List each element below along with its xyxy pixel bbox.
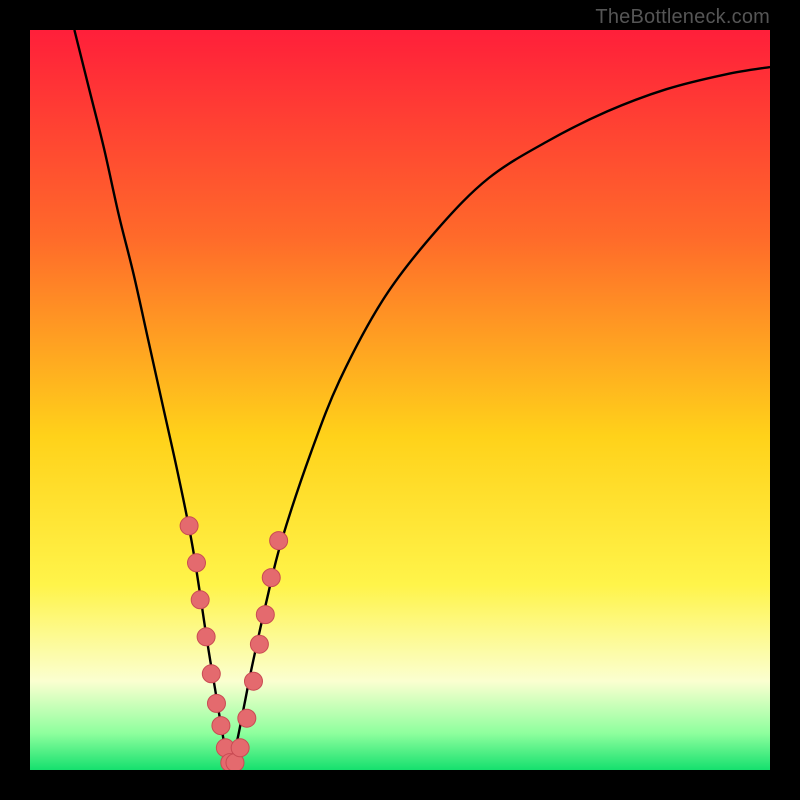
marker-dot	[207, 694, 225, 712]
marker-dot	[202, 665, 220, 683]
marker-dot	[270, 532, 288, 550]
marker-dot	[256, 606, 274, 624]
marker-dot	[262, 569, 280, 587]
plot-area	[30, 30, 770, 770]
chart-frame: TheBottleneck.com	[0, 0, 800, 800]
watermark-text: TheBottleneck.com	[595, 6, 770, 29]
marker-dot	[191, 591, 209, 609]
vertex-markers	[180, 517, 288, 770]
marker-dot	[180, 517, 198, 535]
marker-dot	[188, 554, 206, 572]
marker-dot	[197, 628, 215, 646]
curve-layer	[30, 30, 770, 770]
marker-dot	[238, 709, 256, 727]
bottleneck-curve	[74, 30, 770, 770]
marker-dot	[244, 672, 262, 690]
marker-dot	[212, 717, 230, 735]
marker-dot	[250, 635, 268, 653]
marker-dot	[231, 739, 249, 757]
